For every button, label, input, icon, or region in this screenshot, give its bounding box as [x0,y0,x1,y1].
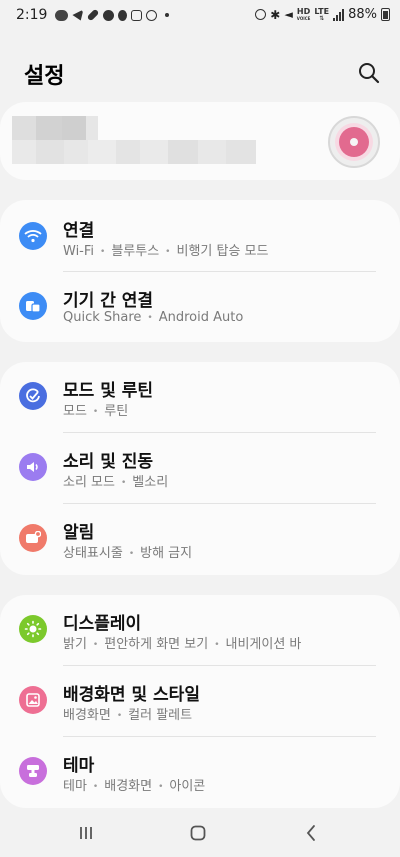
battery-percent: 88% [348,7,377,22]
settings-item-wallpaper-style[interactable]: 배경화면 및 스타일 배경화면 • 컬러 팔레트 [0,666,400,736]
item-subtitle: 상태표시줄 • 방해 금지 [63,546,193,561]
account-name-blurred [12,116,98,140]
check-circle-icon [19,382,47,410]
message-icon [146,9,158,21]
item-subtitle: 밝기 • 편안하게 화면 보기 • 내비게이션 바 [63,637,302,652]
sub-do-not-disturb: 방해 금지 [140,546,193,561]
sub-icons: 아이콘 [169,779,206,794]
sub-wallpapers: 배경화면 [104,779,153,794]
item-subtitle: Wi-Fi • 블루투스 • 비행기 탑승 모드 [63,244,269,259]
data-arrows-icon: ⇅ [319,14,325,22]
sub-routines: 루틴 [104,404,129,419]
sub-bluetooth: 블루투스 [111,244,160,259]
sub-wifi: Wi-Fi [63,244,95,259]
item-title: 기기 간 연결 [63,291,154,311]
telegram-icon [72,9,84,21]
settings-gear-icon [103,9,115,21]
sub-quick-share: Quick Share [63,310,142,325]
status-right: ✱ ◄ HD VOICE LTE ⇅ 88% [255,7,390,22]
recents-button[interactable] [71,820,101,846]
sub-airplane: 비행기 탑승 모드 [176,244,269,259]
image-icon [19,686,47,714]
settings-item-modes-routines[interactable]: 모드 및 루틴 모드 • 루틴 [0,362,400,432]
brightness-icon [19,615,47,643]
item-subtitle: 테마 • 배경화면 • 아이콘 [63,779,206,794]
item-title: 연결 [63,221,95,241]
navigation-bar [0,808,400,857]
voice-label: VOICE [296,16,311,21]
mute-icon: ◄ [284,8,293,21]
drop-icon [118,9,128,21]
sub-status-bar: 상태표시줄 [63,546,123,561]
status-bar: 2:19 ✱ ◄ HD VOICE LTE ⇅ 88% [0,0,400,32]
account-email-blurred [12,140,256,164]
item-title: 테마 [63,756,95,776]
sub-wallpaper: 배경화면 [63,708,111,723]
back-button[interactable] [296,820,326,846]
item-title: 알림 [63,523,95,543]
search-icon [359,63,380,84]
item-subtitle: Quick Share • Android Auto [63,310,244,325]
search-button[interactable] [356,60,382,86]
status-time: 2:19 [16,7,48,23]
volume-icon [19,453,47,481]
item-title: 배경화면 및 스타일 [63,685,200,705]
more-notifications-dot [165,13,170,17]
donut-avatar-icon [339,127,369,157]
settings-item-connections[interactable]: 연결 Wi-Fi • 블루투스 • 비행기 탑승 모드 [0,202,400,272]
sub-brightness: 밝기 [63,637,87,652]
recents-icon [80,827,92,839]
lte-indicator: LTE ⇅ [314,7,329,22]
sub-ringtone: 벨소리 [132,475,169,490]
sub-eye-comfort: 편안하게 화면 보기 [104,637,209,652]
status-left: 2:19 [16,7,170,23]
bluetooth-icon: ✱ [270,7,281,22]
sub-navigation-bar: 내비게이션 바 [225,637,302,652]
settings-item-notifications[interactable]: 알림 상태표시줄 • 방해 금지 [0,504,400,574]
talk-icon [55,9,69,21]
settings-item-connected-devices[interactable]: 기기 간 연결 Quick Share • Android Auto [0,272,400,342]
sub-color-palette: 컬러 팔레트 [128,708,193,723]
settings-item-display[interactable]: 디스플레이 밝기 • 편안하게 화면 보기 • 내비게이션 바 [0,595,400,665]
sub-modes: 모드 [63,404,87,419]
item-subtitle: 소리 모드 • 벨소리 [63,475,169,490]
sub-themes: 테마 [63,779,87,794]
themes-icon [19,757,47,785]
settings-item-themes[interactable]: 테마 테마 • 배경화면 • 아이콘 [0,737,400,807]
sub-android-auto: Android Auto [158,310,244,325]
pill-icon [87,8,100,22]
clipboard-icon [131,9,143,21]
item-subtitle: 모드 • 루틴 [63,404,129,419]
item-title: 모드 및 루틴 [63,381,154,401]
hd-label: HD [296,7,311,16]
volte-indicator: HD VOICE [296,7,311,22]
item-title: 디스플레이 [63,614,142,634]
avatar[interactable] [328,116,380,168]
settings-item-sounds-vibration[interactable]: 소리 및 진동 소리 모드 • 벨소리 [0,433,400,503]
home-icon [190,825,206,841]
battery-icon [381,8,390,21]
item-subtitle: 배경화면 • 컬러 팔레트 [63,708,193,723]
devices-icon [19,292,47,320]
page-title: 설정 [24,64,65,89]
notification-icon [19,524,47,552]
sub-sound-mode: 소리 모드 [63,475,115,490]
item-title: 소리 및 진동 [63,452,154,472]
signal-icon [333,8,345,21]
home-button[interactable] [183,820,213,846]
back-icon [306,825,315,841]
wifi-icon [19,222,47,250]
alarm-icon [255,9,267,20]
